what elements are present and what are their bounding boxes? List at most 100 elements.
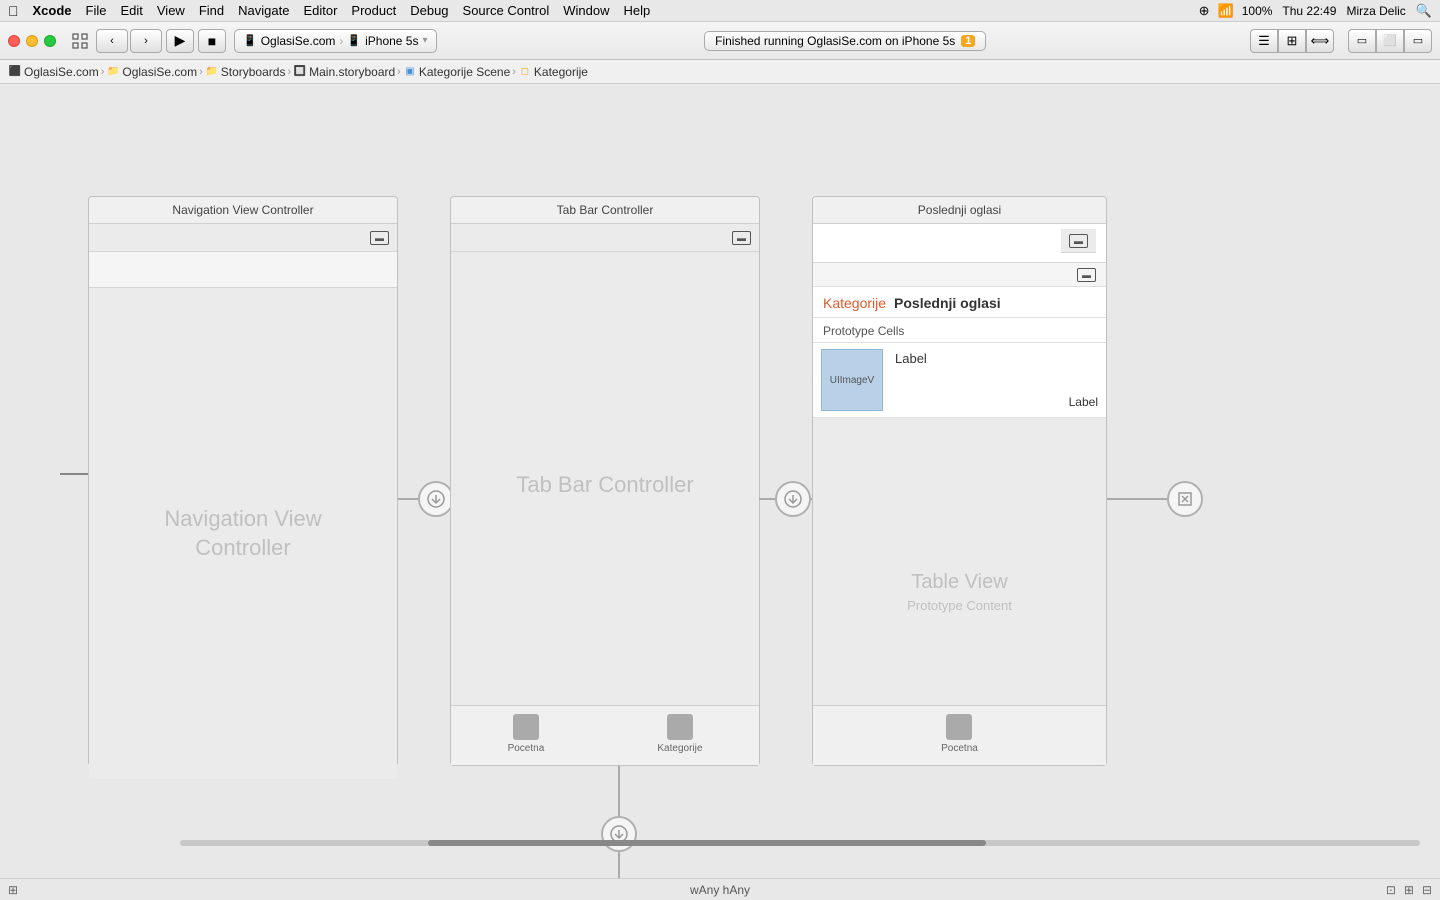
menu-help[interactable]: Help	[624, 3, 651, 18]
zoom-out-icon[interactable]: ⊟	[1422, 883, 1432, 897]
poslednji-tab-item[interactable]: Pocetna	[941, 714, 978, 754]
menu-edit[interactable]: Edit	[120, 3, 142, 18]
poslednji-tab-label: Pocetna	[941, 743, 978, 754]
menu-bar:  Xcode File Edit View Find Navigate Edi…	[0, 0, 1440, 22]
bc-icon-2: 📁	[106, 65, 120, 79]
bc-icon-3: 📁	[205, 65, 219, 79]
menu-source-control[interactable]: Source Control	[463, 3, 550, 18]
standard-editor-button[interactable]: ☰	[1250, 29, 1278, 53]
tab-item-pocetna[interactable]: Pocetna	[508, 714, 545, 754]
canvas-area[interactable]: Navigation View Controller ▬ Navigation …	[0, 84, 1440, 878]
poslednji-tab-icon	[946, 714, 972, 740]
tab-item-kategorije[interactable]: Kategorije	[657, 714, 702, 754]
menu-product[interactable]: Product	[351, 3, 396, 18]
right-exit-connector	[1107, 481, 1203, 517]
nav-body: Navigation View Controller	[89, 288, 397, 779]
close-button[interactable]	[8, 35, 20, 47]
prototype-content-label: Prototype Content	[907, 598, 1012, 613]
apple-menu[interactable]: 	[8, 3, 19, 19]
menu-debug[interactable]: Debug	[410, 3, 448, 18]
storyboard-canvas[interactable]: Navigation View Controller ▬ Navigation …	[0, 84, 1440, 878]
nav-scene-title: Navigation View Controller	[89, 197, 397, 224]
clock: Thu 22:49	[1282, 4, 1336, 18]
menu-editor[interactable]: Editor	[303, 3, 337, 18]
entry-line	[60, 473, 90, 475]
minimize-button[interactable]	[26, 35, 38, 47]
grid-icon[interactable]	[68, 29, 92, 53]
bc-label-5: Kategorije Scene	[419, 65, 510, 79]
bc-item-6[interactable]: ◻ Kategorije	[518, 65, 588, 79]
poslednji-tab-bar: Pocetna	[813, 705, 1106, 765]
search-icon[interactable]: 🔍	[1416, 3, 1432, 19]
bc-icon-6: ◻	[518, 65, 532, 79]
nav-watermark: Navigation View Controller	[164, 505, 321, 562]
maximize-button[interactable]	[44, 35, 56, 47]
poslednji-header-tabs: ▬	[813, 224, 1106, 263]
tab-body: Tab Bar Controller	[451, 252, 759, 718]
back-button[interactable]: ‹	[96, 29, 128, 53]
menu-view[interactable]: View	[157, 3, 185, 18]
debug-button[interactable]: ⬜	[1376, 29, 1404, 53]
poslednji-oglasi-scene[interactable]: Poslednji oglasi ▬ ▬ Kategorije Poslednj…	[812, 196, 1107, 766]
airplay-icon: ⊕	[1199, 3, 1210, 19]
prototype-cell-row[interactable]: UIImageV Label Label	[813, 343, 1106, 418]
bc-item-5[interactable]: ▣ Kategorije Scene	[403, 65, 510, 79]
menu-navigate[interactable]: Navigate	[238, 3, 289, 18]
table-view-watermark: Table View	[911, 571, 1007, 594]
poslednji-scene-title: Poslednji oglasi	[813, 197, 1106, 224]
bottom-grid-icon[interactable]: ⊞	[8, 883, 18, 897]
h-scrollbar[interactable]	[170, 840, 1430, 848]
segue-line-2	[618, 852, 620, 878]
bc-icon-4: 🔲	[293, 65, 307, 79]
nav-status-bar: ▬	[89, 224, 397, 252]
tab-icon-kategorije	[667, 714, 693, 740]
bc-icon-5: ▣	[403, 65, 417, 79]
assistant-editor-button[interactable]: ⊞	[1278, 29, 1306, 53]
bc-item-1[interactable]: ⬛ OglasiSe.com	[8, 65, 99, 79]
poslednji-tab[interactable]: Poslednji oglasi	[894, 295, 1001, 311]
nav-connector-icon[interactable]	[418, 481, 454, 517]
nav-view-controller-scene[interactable]: Navigation View Controller ▬ Navigation …	[88, 196, 398, 766]
menu-items:  Xcode File Edit View Find Navigate Edi…	[8, 3, 650, 19]
scheme-selector[interactable]: 📱 OglasiSe.com › 📱 iPhone 5s ▾	[234, 29, 437, 53]
status-bar: Finished running OglasiSe.com on iPhone …	[445, 31, 1246, 51]
editor-view-group: ☰ ⊞ ⟺	[1250, 29, 1334, 53]
version-editor-button[interactable]: ⟺	[1306, 29, 1334, 53]
zoom-fit-icon[interactable]: ⊡	[1386, 883, 1396, 897]
right-exit-icon[interactable]	[1167, 481, 1203, 517]
bc-item-3[interactable]: 📁 Storyboards	[205, 65, 286, 79]
scrollbar-track	[180, 840, 1420, 846]
status-pill: Finished running OglasiSe.com on iPhone …	[704, 31, 986, 51]
tab-scene-title: Tab Bar Controller	[451, 197, 759, 224]
forward-button[interactable]: ›	[130, 29, 162, 53]
stop-button[interactable]: ■	[198, 29, 226, 53]
warning-badge[interactable]: 1	[961, 35, 975, 47]
run-button[interactable]: ▶	[166, 29, 194, 53]
scrollbar-thumb[interactable]	[428, 840, 986, 846]
kategorije-tab[interactable]: Kategorije	[823, 295, 886, 311]
nav-arrows: ‹ ›	[96, 29, 162, 53]
bc-label-6: Kategorije	[534, 65, 588, 79]
tab-label-pocetna: Pocetna	[508, 743, 545, 754]
bc-arrow-5: ›	[512, 66, 516, 78]
navigator-button[interactable]: ▭	[1348, 29, 1376, 53]
inner-status-bar: ▬	[813, 263, 1106, 287]
menu-xcode[interactable]: Xcode	[33, 3, 72, 18]
bc-label-1: OglasiSe.com	[24, 65, 99, 79]
bc-label-2: OglasiSe.com	[122, 65, 197, 79]
bc-item-4[interactable]: 🔲 Main.storyboard	[293, 65, 395, 79]
bc-item-2[interactable]: 📁 OglasiSe.com	[106, 65, 197, 79]
tab-battery-icon: ▬	[732, 231, 751, 245]
menu-file[interactable]: File	[86, 3, 107, 18]
inspector-button[interactable]: ▭	[1404, 29, 1432, 53]
cell-labels: Label	[891, 343, 1106, 374]
status-text: Finished running OglasiSe.com on iPhone …	[715, 34, 955, 48]
tab-bar-controller-scene[interactable]: Tab Bar Controller ▬ Tab Bar Controller …	[450, 196, 760, 766]
toolbar-right-buttons: ☰ ⊞ ⟺ ▭ ⬜ ▭	[1250, 29, 1432, 53]
menu-find[interactable]: Find	[199, 3, 224, 18]
battery-inner: ▬	[1077, 268, 1096, 282]
zoom-in-icon[interactable]: ⊞	[1404, 883, 1414, 897]
menu-window[interactable]: Window	[563, 3, 609, 18]
menubar-icons: ⊕ 📶 100%	[1199, 3, 1273, 19]
tab-connector-icon[interactable]	[775, 481, 811, 517]
